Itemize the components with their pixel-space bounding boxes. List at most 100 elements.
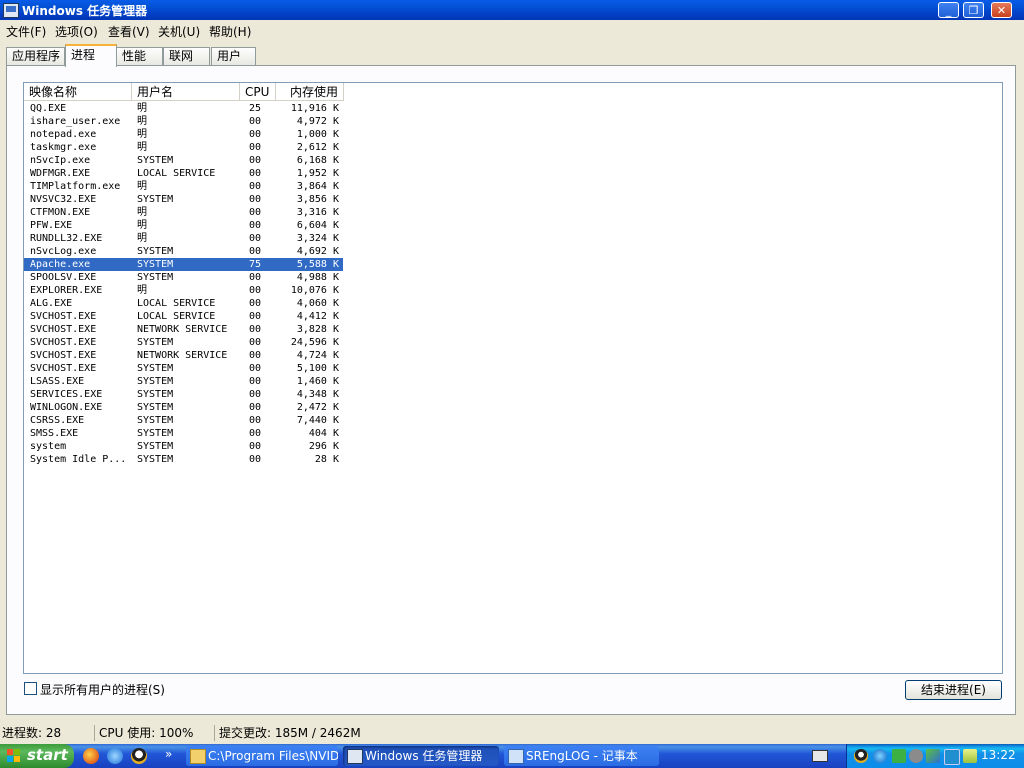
tab-performance[interactable]: 性能 [116, 47, 163, 65]
process-name: CSRSS.EXE [30, 415, 85, 426]
process-cpu: 00 [249, 428, 262, 439]
table-row[interactable]: QQ.EXE 明 25 11,916 K [24, 102, 343, 115]
table-row[interactable]: SVCHOST.EXE LOCAL SERVICE 00 4,412 K [24, 310, 343, 323]
lan-icon[interactable] [944, 749, 960, 765]
table-row[interactable]: taskmgr.exe 明 00 2,612 K [24, 141, 343, 154]
process-user: SYSTEM [137, 389, 174, 400]
firewall-icon[interactable] [926, 749, 940, 763]
tab-networking[interactable]: 联网 [163, 47, 210, 65]
table-row[interactable]: ALG.EXE LOCAL SERVICE 00 4,060 K [24, 297, 343, 310]
tab-applications[interactable]: 应用程序 [6, 47, 65, 65]
battery-icon[interactable] [963, 749, 977, 763]
table-row[interactable]: SVCHOST.EXE SYSTEM 00 5,100 K [24, 362, 343, 375]
process-cpu: 00 [249, 116, 262, 127]
process-cpu: 00 [249, 233, 262, 244]
menu-help[interactable]: 帮助(H) [209, 23, 251, 40]
speaker-icon[interactable] [909, 749, 923, 763]
process-cpu: 00 [249, 376, 262, 387]
process-name: SVCHOST.EXE [30, 350, 97, 361]
process-name: EXPLORER.EXE [30, 285, 103, 296]
process-memory: 6,604 K [296, 220, 339, 231]
keyboard-icon[interactable] [812, 750, 828, 762]
tab-users[interactable]: 用户 [211, 47, 256, 65]
process-memory: 4,060 K [296, 298, 339, 309]
menu-options[interactable]: 选项(O) [55, 23, 98, 40]
column-image-name[interactable]: 映像名称 [24, 83, 132, 101]
column-user-name[interactable]: 用户名 [132, 83, 240, 101]
task-label: C:\Program Files\NVID... [208, 749, 338, 763]
task-notepad-srenglog[interactable]: SREngLOG - 记事本 [504, 746, 659, 766]
process-user: LOCAL SERVICE [137, 311, 216, 322]
checkbox-box[interactable] [24, 682, 37, 695]
quick-launch-overflow[interactable]: » [165, 747, 172, 761]
process-memory: 4,348 K [296, 389, 339, 400]
qq-icon[interactable] [131, 748, 147, 764]
process-cpu: 00 [249, 220, 262, 231]
table-row[interactable]: RUNDLL32.EXE 明 00 3,324 K [24, 232, 343, 245]
process-cpu: 00 [249, 246, 262, 257]
process-memory: 4,412 K [296, 311, 339, 322]
start-button[interactable]: start [0, 744, 74, 768]
table-row[interactable]: SPOOLSV.EXE SYSTEM 00 4,988 K [24, 271, 343, 284]
process-name: SERVICES.EXE [30, 389, 103, 400]
table-row[interactable]: NVSVC32.EXE SYSTEM 00 3,856 K [24, 193, 343, 206]
table-row[interactable]: WINLOGON.EXE SYSTEM 00 2,472 K [24, 401, 343, 414]
task-task-manager[interactable]: Windows 任务管理器 [343, 746, 499, 766]
process-cpu: 75 [249, 259, 262, 270]
table-row[interactable]: nSvcLog.exe SYSTEM 00 4,692 K [24, 245, 343, 258]
process-cpu: 00 [249, 441, 262, 452]
table-row[interactable]: system SYSTEM 00 296 K [24, 440, 343, 453]
table-row[interactable]: SVCHOST.EXE NETWORK SERVICE 00 3,828 K [24, 323, 343, 336]
menu-shutdown[interactable]: 关机(U) [158, 23, 200, 40]
table-row[interactable]: LSASS.EXE SYSTEM 00 1,460 K [24, 375, 343, 388]
end-process-button[interactable]: 结束进程(E) [905, 680, 1002, 700]
table-row[interactable]: CSRSS.EXE SYSTEM 00 7,440 K [24, 414, 343, 427]
table-row[interactable]: TIMPlatform.exe 明 00 3,864 K [24, 180, 343, 193]
ie-icon[interactable] [107, 748, 123, 764]
process-rows: QQ.EXE 明 25 11,916 K ishare_user.exe 明 00 4,972… [24, 102, 354, 466]
column-memory[interactable]: 内存使用 [276, 83, 344, 101]
table-row[interactable]: nSvcIp.exe SYSTEM 00 6,168 K [24, 154, 343, 167]
menu-view[interactable]: 查看(V) [108, 23, 150, 40]
table-row[interactable]: ishare_user.exe 明 00 4,972 K [24, 115, 343, 128]
clock[interactable]: 13:22 [981, 748, 1016, 762]
process-user: 明 [137, 142, 147, 153]
tab-processes[interactable]: 进程 [65, 44, 117, 67]
network-icon[interactable] [873, 749, 887, 763]
task-folder-nvidia[interactable]: C:\Program Files\NVID... [186, 746, 338, 766]
taskbar: start » C:\Program Files\NVID... Windows… [0, 744, 1024, 768]
table-row[interactable]: System Idle P... SYSTEM 00 28 K [24, 453, 343, 466]
process-user: 明 [137, 207, 147, 218]
title-bar[interactable]: Windows 任务管理器 _ ❐ ✕ [0, 0, 1024, 20]
process-cpu: 00 [249, 389, 262, 400]
nvidia-icon[interactable] [892, 749, 906, 763]
process-name: LSASS.EXE [30, 376, 85, 387]
table-row[interactable]: WDFMGR.EXE LOCAL SERVICE 00 1,952 K [24, 167, 343, 180]
qq-tray-icon[interactable] [854, 749, 868, 763]
process-list[interactable]: 映像名称 用户名 CPU 内存使用 QQ.EXE 明 25 11,916 Kishar… [23, 82, 1003, 674]
table-row[interactable]: notepad.exe 明 00 1,000 K [24, 128, 343, 141]
process-name: Apache.exe [30, 259, 91, 270]
process-memory: 4,988 K [296, 272, 339, 283]
table-row[interactable]: EXPLORER.EXE 明 00 10,076 K [24, 284, 343, 297]
table-row[interactable]: CTFMON.EXE 明 00 3,316 K [24, 206, 343, 219]
process-memory: 3,324 K [296, 233, 339, 244]
column-cpu[interactable]: CPU [240, 83, 276, 101]
table-row[interactable]: SVCHOST.EXE SYSTEM 00 24,596 K [24, 336, 343, 349]
process-name: ishare_user.exe [30, 116, 121, 127]
table-row[interactable]: SMSS.EXE SYSTEM 00 404 K [24, 427, 343, 440]
process-user: SYSTEM [137, 363, 174, 374]
firefox-icon[interactable] [83, 748, 99, 764]
minimize-button[interactable]: _ [938, 2, 959, 18]
menu-file[interactable]: 文件(F) [6, 23, 46, 40]
close-button[interactable]: ✕ [991, 2, 1012, 18]
process-user: SYSTEM [137, 441, 174, 452]
process-memory: 3,316 K [296, 207, 339, 218]
table-row[interactable]: Apache.exe SYSTEM 75 5,588 K [24, 258, 343, 271]
table-row[interactable]: PFW.EXE 明 00 6,604 K [24, 219, 343, 232]
process-name: System Idle P... [30, 454, 127, 465]
table-row[interactable]: SVCHOST.EXE NETWORK SERVICE 00 4,724 K [24, 349, 343, 362]
table-row[interactable]: SERVICES.EXE SYSTEM 00 4,348 K [24, 388, 343, 401]
maximize-button[interactable]: ❐ [963, 2, 984, 18]
process-cpu: 00 [249, 311, 262, 322]
